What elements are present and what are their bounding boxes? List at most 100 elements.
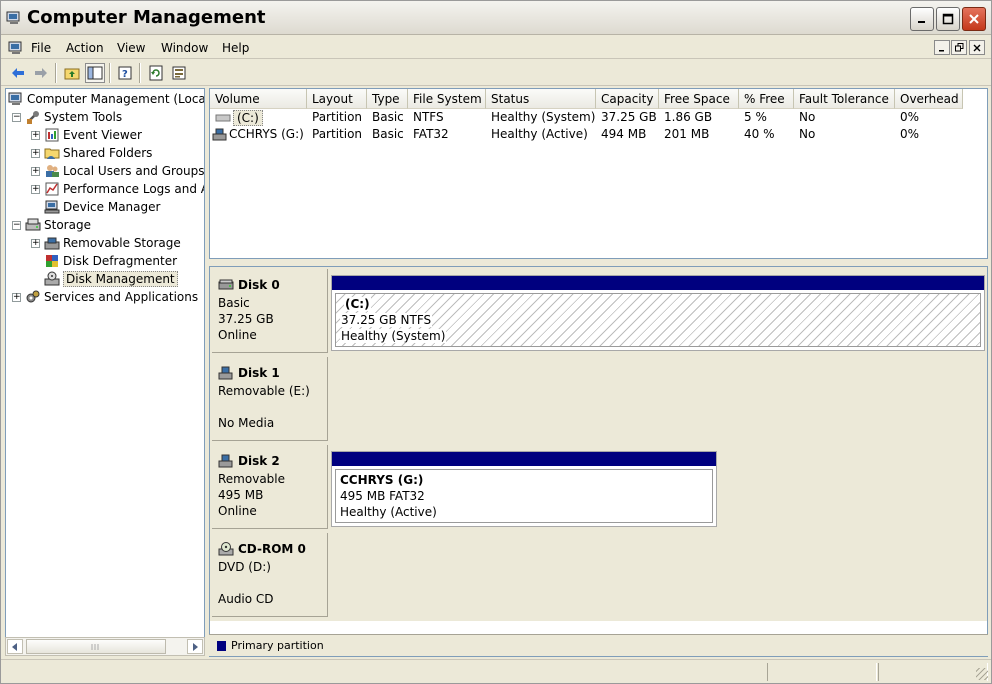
volume-type: Basic (372, 110, 404, 124)
tree-item-system-tools[interactable]: − System Tools (12, 108, 122, 126)
disk-2-label[interactable]: Disk 2 Removable 495 MB Online (212, 445, 328, 529)
child-close-button[interactable] (969, 40, 985, 55)
restore-icon (954, 43, 963, 52)
volume-status: Healthy (Active) (491, 127, 588, 141)
tree-item-disk-management[interactable]: Disk Management (44, 270, 178, 288)
disk-0-label[interactable]: Disk 0 Basic 37.25 GB Online (212, 269, 328, 353)
expand-icon[interactable]: + (12, 292, 21, 302)
column-header-volume[interactable]: Volume (210, 89, 307, 109)
column-header-file-system[interactable]: File System (408, 89, 486, 109)
expand-icon[interactable]: + (31, 148, 40, 158)
table-row-volume[interactable]: (C:) (210, 109, 307, 126)
refresh-button[interactable] (146, 63, 166, 83)
tree-item-label: Disk Management (63, 271, 178, 287)
expand-icon[interactable]: + (31, 238, 40, 248)
volume-overhead: 0% (900, 110, 920, 124)
volume-free-space: 1.86 GB (664, 110, 713, 124)
tree-item-label: Performance Logs and Alerts (63, 182, 204, 196)
partition-name: (C:) (344, 297, 371, 311)
tree-item-disk-defragmenter[interactable]: Disk Defragmenter (44, 252, 177, 270)
partition-c[interactable]: (C:) 37.25 GB NTFS Healthy (System) (331, 275, 985, 351)
maximize-icon (942, 13, 954, 25)
volume-name: (C:) (233, 109, 263, 126)
scroll-left-button[interactable] (7, 639, 23, 654)
child-restore-button[interactable] (951, 40, 967, 55)
hard-disk-icon (218, 279, 234, 290)
toolbar-separator (109, 63, 111, 83)
tree-item-shared-folders[interactable]: + Shared Folders (31, 144, 152, 162)
disk-status: Online (218, 328, 257, 342)
minimize-icon (939, 49, 944, 51)
disk-1-label[interactable]: Disk 1 Removable (E:) No Media (212, 357, 328, 441)
show-hide-tree-icon (87, 66, 103, 80)
refresh-icon (149, 65, 163, 81)
menu-action[interactable]: Action (66, 41, 104, 55)
tree-item-label: Removable Storage (63, 236, 181, 250)
back-button[interactable] (8, 63, 28, 83)
table-row-volume[interactable]: CCHRYS (G:) (210, 126, 307, 143)
column-header-type[interactable]: Type (367, 89, 408, 109)
tree-horizontal-scrollbar[interactable] (5, 637, 205, 656)
minimize-button[interactable] (910, 7, 934, 31)
properties-button[interactable] (169, 63, 189, 83)
console-tree[interactable]: Computer Management (Local) − System Too… (5, 88, 205, 656)
tree-item-computer-management[interactable]: Computer Management (Local) (8, 90, 204, 108)
column-header-fault-tolerance[interactable]: Fault Tolerance (794, 89, 895, 109)
tree-item-performance-logs[interactable]: + Performance Logs and Alerts (31, 180, 204, 198)
column-header-layout[interactable]: Layout (307, 89, 367, 109)
forward-icon (35, 68, 47, 78)
menu-file[interactable]: File (31, 41, 51, 55)
expand-icon[interactable]: + (31, 130, 40, 140)
disk-status: Online (218, 504, 257, 518)
expand-icon[interactable]: + (31, 166, 40, 176)
primary-partition-swatch (217, 641, 226, 651)
column-header-capacity[interactable]: Capacity (596, 89, 659, 109)
properties-icon (172, 66, 186, 80)
show-hide-tree-button[interactable] (85, 63, 105, 83)
expand-icon[interactable]: + (31, 184, 40, 194)
svg-text:?: ? (122, 69, 128, 80)
collapse-icon[interactable]: − (12, 220, 21, 230)
arrow-right-icon (193, 642, 198, 651)
collapse-icon[interactable]: − (12, 112, 21, 122)
disk-type: Removable (E:) (218, 384, 310, 398)
console-icon[interactable] (8, 40, 24, 56)
maximize-button[interactable] (936, 7, 960, 31)
defragmenter-icon (46, 255, 58, 267)
disk-name-text: Disk 2 (238, 454, 280, 468)
tree-item-services-and-applications[interactable]: + Services and Applications (12, 288, 198, 306)
column-header-percent-free[interactable]: % Free (739, 89, 794, 109)
menu-window[interactable]: Window (161, 41, 208, 55)
cdrom-0-label[interactable]: CD-ROM 0 DVD (D:) Audio CD (212, 533, 328, 617)
up-one-level-button[interactable] (62, 63, 82, 83)
status-bar (1, 659, 991, 683)
resize-grip-icon[interactable] (976, 668, 988, 680)
menu-help[interactable]: Help (222, 41, 249, 55)
column-header-overhead[interactable]: Overhead (895, 89, 963, 109)
close-button[interactable] (962, 7, 986, 31)
scroll-right-button[interactable] (187, 639, 203, 654)
child-minimize-button[interactable] (934, 40, 950, 55)
forward-button[interactable] (31, 63, 51, 83)
title-bar[interactable]: Computer Management (1, 1, 991, 35)
tree-item-label: Shared Folders (63, 146, 153, 160)
volume-list[interactable]: Volume Layout Type File System Status Ca… (209, 88, 988, 259)
help-button[interactable]: ? (115, 63, 135, 83)
column-header-status[interactable]: Status (486, 89, 596, 109)
tree-item-device-manager[interactable]: Device Manager (44, 198, 160, 216)
partition-g[interactable]: CCHRYS (G:) 495 MB FAT32 Healthy (Active… (331, 451, 717, 527)
disk-graphical-view[interactable]: Disk 0 Basic 37.25 GB Online (C:) 37.25 … (209, 266, 988, 657)
tree-item-event-viewer[interactable]: + Event Viewer (31, 126, 142, 144)
tree-item-storage[interactable]: − Storage (12, 216, 91, 234)
scrollbar-thumb[interactable] (26, 639, 166, 654)
tree-item-label: Disk Defragmenter (63, 254, 178, 268)
up-folder-icon (64, 68, 80, 80)
help-icon: ? (118, 66, 132, 80)
column-header-free-space[interactable]: Free Space (659, 89, 739, 109)
shared-folders-icon (44, 148, 60, 159)
tree-item-removable-storage[interactable]: + Removable Storage (31, 234, 181, 252)
menu-view[interactable]: View (117, 41, 145, 55)
tree-item-local-users-and-groups[interactable]: + Local Users and Groups (31, 162, 204, 180)
volume-percent-free: 40 % (744, 127, 775, 141)
toolbar-separator (55, 63, 57, 83)
